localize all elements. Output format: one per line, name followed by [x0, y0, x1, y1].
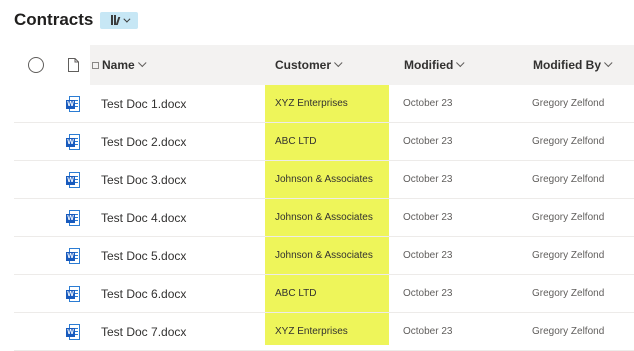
file-type-header-icon[interactable]: [68, 58, 79, 72]
column-header-customer-label: Customer: [275, 58, 332, 72]
column-header-modified-label: Modified: [404, 58, 454, 72]
library-title: Contracts: [14, 10, 94, 29]
word-document-icon: W: [66, 199, 80, 236]
modified-value: October 23: [403, 98, 453, 109]
file-name-link[interactable]: Test Doc 3.docx: [101, 161, 186, 198]
word-document-icon: W: [66, 85, 80, 122]
customer-value: Johnson & Associates: [275, 212, 373, 223]
file-name-link[interactable]: Test Doc 6.docx: [101, 275, 186, 312]
chevron-down-icon: [604, 58, 613, 68]
table-row[interactable]: W Test Doc 3.docx Johnson & Associates O…: [14, 161, 634, 199]
chevron-down-icon: [123, 15, 131, 23]
column-header-name[interactable]: Name: [92, 45, 147, 85]
column-header-name-label: Name: [102, 58, 135, 72]
file-name-link[interactable]: Test Doc 7.docx: [101, 313, 186, 350]
word-document-icon: W: [66, 275, 80, 312]
column-marker-icon: [92, 61, 99, 69]
table-row[interactable]: W Test Doc 5.docx Johnson & Associates O…: [14, 237, 634, 275]
chevron-down-icon: [137, 58, 147, 68]
word-document-icon: W: [66, 313, 80, 350]
modified-by-value: Gregory Zelfond: [532, 98, 605, 109]
document-list: W Test Doc 1.docx XYZ Enterprises Octobe…: [14, 85, 634, 351]
modified-by-value: Gregory Zelfond: [532, 326, 605, 337]
customer-value: Johnson & Associates: [275, 250, 373, 261]
word-document-icon: W: [66, 237, 80, 274]
column-header-modified[interactable]: Modified: [404, 45, 465, 85]
modified-value: October 23: [403, 212, 453, 223]
column-header-modified-by-label: Modified By: [533, 58, 601, 72]
table-row[interactable]: W Test Doc 1.docx XYZ Enterprises Octobe…: [14, 85, 634, 123]
column-header-row: Name Customer Modified Modified By: [14, 45, 634, 85]
customer-value: ABC LTD: [275, 288, 317, 299]
library-header: Contracts: [14, 8, 139, 32]
modified-value: October 23: [403, 288, 453, 299]
modified-value: October 23: [403, 174, 453, 185]
customer-value: Johnson & Associates: [275, 174, 373, 185]
modified-by-value: Gregory Zelfond: [532, 174, 605, 185]
file-name-link[interactable]: Test Doc 4.docx: [101, 199, 186, 236]
file-name-link[interactable]: Test Doc 2.docx: [101, 123, 186, 160]
modified-value: October 23: [403, 326, 453, 337]
view-switcher-button[interactable]: [100, 11, 139, 29]
chevron-down-icon: [456, 58, 465, 68]
customer-value: ABC LTD: [275, 136, 317, 147]
table-row[interactable]: W Test Doc 4.docx Johnson & Associates O…: [14, 199, 634, 237]
table-row[interactable]: W Test Doc 2.docx ABC LTD October 23 Gre…: [14, 123, 634, 161]
table-row[interactable]: W Test Doc 6.docx ABC LTD October 23 Gre…: [14, 275, 634, 313]
file-name-link[interactable]: Test Doc 1.docx: [101, 85, 186, 122]
table-row[interactable]: W Test Doc 7.docx XYZ Enterprises Octobe…: [14, 313, 634, 351]
file-name-link[interactable]: Test Doc 5.docx: [101, 237, 186, 274]
modified-by-value: Gregory Zelfond: [532, 136, 605, 147]
customer-value: XYZ Enterprises: [275, 98, 348, 109]
column-header-modified-by[interactable]: Modified By: [533, 45, 613, 85]
select-all-checkbox[interactable]: [28, 57, 44, 73]
modified-value: October 23: [403, 250, 453, 261]
modified-by-value: Gregory Zelfond: [532, 250, 605, 261]
modified-by-value: Gregory Zelfond: [532, 212, 605, 223]
column-header-customer[interactable]: Customer: [275, 45, 343, 85]
chevron-down-icon: [334, 58, 343, 68]
word-document-icon: W: [66, 161, 80, 198]
modified-value: October 23: [403, 136, 453, 147]
customer-value: XYZ Enterprises: [275, 326, 348, 337]
modified-by-value: Gregory Zelfond: [532, 288, 605, 299]
word-document-icon: W: [66, 123, 80, 160]
library-icon: [110, 15, 121, 25]
